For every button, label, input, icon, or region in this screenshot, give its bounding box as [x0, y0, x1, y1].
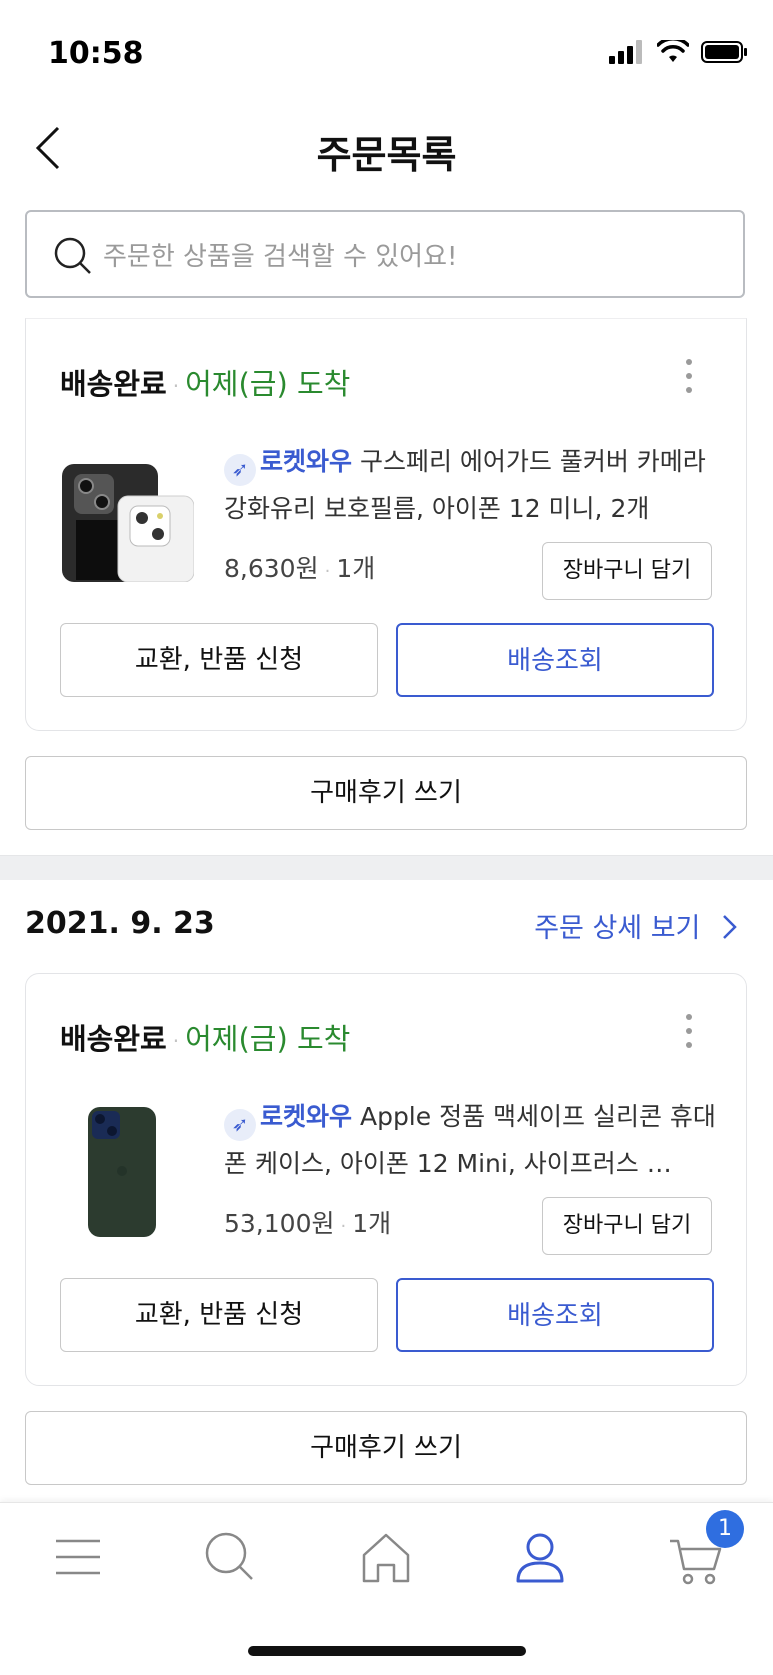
product-quantity: 1개	[352, 1209, 392, 1238]
product-image[interactable]	[56, 1099, 194, 1237]
product-image[interactable]	[56, 444, 194, 582]
add-to-cart-button[interactable]: 장바구니 담기	[542, 1197, 712, 1255]
order-card: 배송완료 · 어제(금) 도착 ➶ 로켓와우 Apple 정품 맥세이프 실리콘 휴대…	[25, 973, 747, 1386]
search-input[interactable]: 주문한 상품을 검색할 수 있어요!	[25, 210, 745, 298]
track-shipment-button[interactable]: 배송조회	[396, 1278, 714, 1352]
product-quantity: 1개	[336, 554, 376, 583]
shipping-status: 배송완료 · 어제(금) 도착	[60, 361, 350, 403]
track-shipment-button[interactable]: 배송조회	[396, 623, 714, 697]
status-time: 10:58	[48, 36, 144, 71]
product-info[interactable]: ➶ 로켓와우 구스페리 에어가드 풀커버 카메라 강화유리 보호필름, 아이폰 1…	[224, 439, 734, 529]
order-detail-link[interactable]: 주문 상세 보기	[534, 906, 739, 945]
product-info[interactable]: ➶ 로켓와우 Apple 정품 맥세이프 실리콘 휴대폰 케이스, 아이폰 12 …	[224, 1094, 734, 1184]
separator-dot: ·	[172, 374, 180, 398]
arrival-text: 어제(금) 도착	[185, 1022, 351, 1056]
status-icons	[609, 40, 749, 64]
price-line: 53,100원 · 1개	[224, 1209, 392, 1238]
home-icon[interactable]	[356, 1527, 416, 1587]
order-card: 배송완료 · 어제(금) 도착 ➶ 로켓와우 구스페리 에어가드 풀커버 카메라 강화…	[25, 318, 747, 731]
delivery-status: 배송완료	[60, 1022, 167, 1056]
product-price: 8,630원	[224, 554, 319, 583]
order-detail-label: 주문 상세 보기	[534, 913, 701, 944]
search-icon	[54, 237, 91, 274]
person-icon[interactable]	[510, 1527, 570, 1587]
write-review-button[interactable]: 구매후기 쓰기	[25, 1411, 747, 1485]
page-title: 주문목록	[316, 133, 457, 177]
rocket-wow-badge: 로켓와우	[260, 447, 353, 476]
shipping-status: 배송완료 · 어제(금) 도착	[60, 1016, 350, 1058]
separator-dot: ·	[172, 1029, 180, 1053]
price-line: 8,630원 · 1개	[224, 554, 376, 583]
exchange-return-button[interactable]: 교환, 반품 신청	[60, 623, 378, 697]
rocket-wow-badge: 로켓와우	[260, 1102, 353, 1131]
home-indicator	[248, 1646, 526, 1656]
wifi-icon	[657, 40, 689, 62]
cart-count-badge: 1	[706, 1510, 744, 1548]
rocket-icon: ➶	[224, 454, 256, 486]
rocket-icon: ➶	[224, 1109, 256, 1141]
chevron-right-icon	[723, 915, 737, 939]
arrival-text: 어제(금) 도착	[185, 367, 351, 401]
product-name-block: ➶ 로켓와우 구스페리 에어가드 풀커버 카메라 강화유리 보호필름, 아이폰 1…	[224, 439, 734, 529]
page-header: 주문목록	[0, 110, 773, 190]
product-price: 53,100원	[224, 1209, 335, 1238]
search-placeholder: 주문한 상품을 검색할 수 있어요!	[103, 242, 458, 272]
write-review-button[interactable]: 구매후기 쓰기	[25, 756, 747, 830]
section-divider	[0, 855, 773, 880]
more-options-icon[interactable]	[684, 359, 694, 399]
battery-icon	[701, 41, 747, 63]
add-to-cart-button[interactable]: 장바구니 담기	[542, 542, 712, 600]
status-bar: 10:58	[0, 0, 773, 110]
cellular-signal-icon	[609, 40, 642, 64]
product-name-block: ➶ 로켓와우 Apple 정품 맥세이프 실리콘 휴대폰 케이스, 아이폰 12 …	[224, 1094, 734, 1184]
search-icon[interactable]	[200, 1527, 260, 1587]
exchange-return-button[interactable]: 교환, 반품 신청	[60, 1278, 378, 1352]
delivery-status: 배송완료	[60, 367, 167, 401]
order-date: 2021. 9. 23	[25, 906, 215, 941]
menu-icon[interactable]	[48, 1527, 108, 1587]
more-options-icon[interactable]	[684, 1014, 694, 1054]
